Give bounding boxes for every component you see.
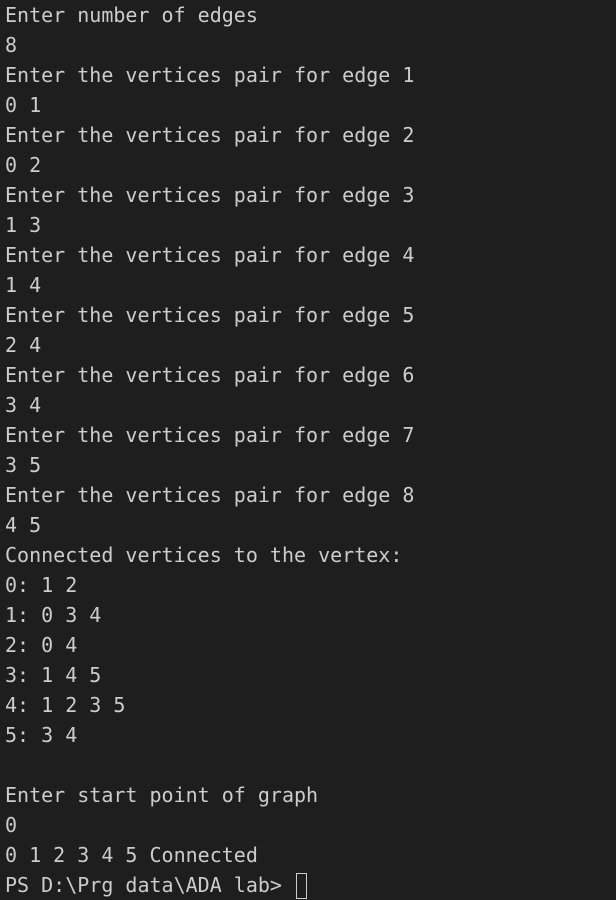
output-line: Enter the vertices pair for edge 1	[5, 63, 415, 87]
command-prompt[interactable]: PS D:\Prg data\ADA lab>	[5, 870, 616, 900]
output-line: 8	[5, 33, 18, 57]
output-line: Enter the vertices pair for edge 6	[5, 363, 415, 387]
output-line: 1 4	[5, 273, 42, 297]
output-line: 5: 3 4	[5, 723, 78, 747]
output-line: 1: 0 3 4	[5, 603, 102, 627]
output-line: Enter the vertices pair for edge 8	[5, 483, 415, 507]
output-line: 0 2	[5, 153, 42, 177]
output-line: Connected vertices to the vertex:	[5, 543, 403, 567]
output-line: 0: 1 2	[5, 573, 78, 597]
output-line: 2 4	[5, 333, 42, 357]
output-line: 0	[5, 813, 18, 837]
output-line: Enter the vertices pair for edge 3	[5, 183, 415, 207]
output-line: 2: 0 4	[5, 633, 78, 657]
output-line: 4: 1 2 3 5	[5, 693, 126, 717]
output-line: 1 3	[5, 213, 42, 237]
output-line: Enter the vertices pair for edge 2	[5, 123, 415, 147]
output-line: Enter number of edges	[5, 3, 258, 27]
text-cursor[interactable]	[295, 873, 307, 899]
output-line: 3 5	[5, 453, 42, 477]
prompt-text: PS D:\Prg data\ADA lab>	[5, 873, 294, 897]
output-line: 4 5	[5, 513, 42, 537]
output-line: Enter the vertices pair for edge 4	[5, 243, 415, 267]
output-line: 3: 1 4 5	[5, 663, 102, 687]
output-line: 0 1 2 3 4 5 Connected	[5, 843, 258, 867]
output-line: Enter start point of graph	[5, 783, 319, 807]
output-line: 3 4	[5, 393, 42, 417]
output-line: Enter the vertices pair for edge 5	[5, 303, 415, 327]
terminal-window[interactable]: Enter number of edges 8 Enter the vertic…	[0, 0, 616, 900]
output-line: 0 1	[5, 93, 42, 117]
output-line: Enter the vertices pair for edge 7	[5, 423, 415, 447]
